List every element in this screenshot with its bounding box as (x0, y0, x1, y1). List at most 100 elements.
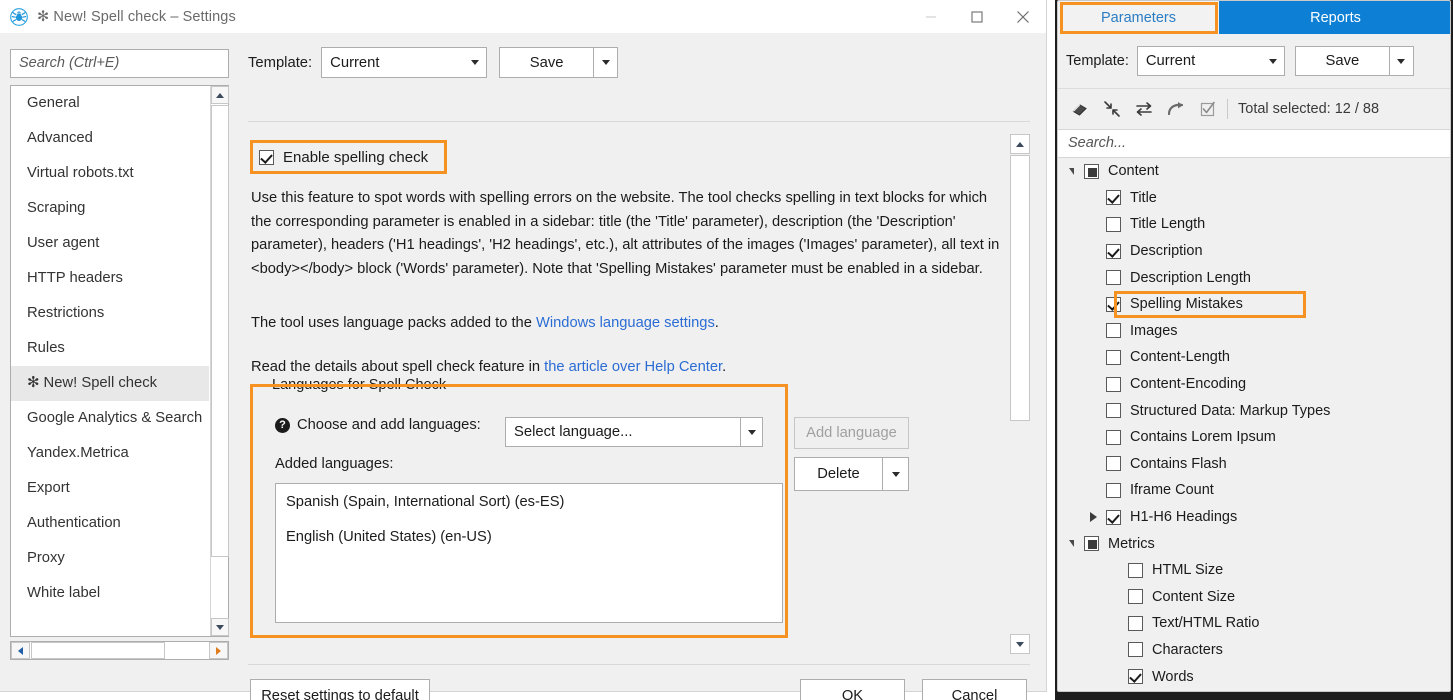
panel-save-button[interactable]: Save (1294, 46, 1390, 76)
content-scroll-up-button[interactable] (1010, 134, 1030, 154)
tree-row[interactable]: H1-H6 Headings (1058, 504, 1450, 531)
save-dropdown-button[interactable] (594, 47, 619, 78)
tree-row[interactable]: Content (1058, 158, 1450, 185)
tree-row[interactable]: Characters (1058, 637, 1450, 664)
tree-row[interactable]: Content Size (1058, 584, 1450, 611)
parameter-checkbox[interactable] (1106, 403, 1121, 419)
sidebar-item-restrictions[interactable]: Restrictions (11, 296, 209, 331)
chevron-down-icon[interactable] (1058, 167, 1084, 175)
close-icon[interactable] (1000, 0, 1046, 33)
tree-row[interactable]: Description (1058, 238, 1450, 265)
panel-save-dropdown-button[interactable] (1389, 46, 1414, 76)
content-scrollbar[interactable] (1010, 134, 1030, 654)
enable-spelling-check-row[interactable]: Enable spelling check (259, 149, 428, 166)
add-language-button[interactable]: Add language (794, 417, 909, 449)
ok-button[interactable]: OK (800, 679, 905, 700)
scroll-up-button[interactable] (211, 86, 229, 104)
parameter-checkbox[interactable] (1106, 429, 1121, 445)
question-mark-icon[interactable]: ? (275, 417, 290, 433)
tree-row[interactable]: Title (1058, 185, 1450, 212)
nav-scrollbar[interactable] (210, 86, 229, 636)
collapse-icon[interactable] (1099, 96, 1125, 122)
redo-arrow-icon[interactable] (1163, 96, 1189, 122)
sidebar-item-user-agent[interactable]: User agent (11, 226, 209, 261)
tree-row[interactable]: Iframe Count (1058, 477, 1450, 504)
sidebar-item-google-analytics-search[interactable]: Google Analytics & Search (11, 401, 209, 436)
parameter-checkbox[interactable] (1106, 349, 1121, 365)
content-scroll-thumb[interactable] (1010, 155, 1030, 421)
parameter-checkbox[interactable] (1106, 376, 1121, 392)
list-item[interactable]: English (United States) (en-US) (276, 519, 782, 554)
parameter-checkbox[interactable] (1106, 509, 1121, 525)
sidebar-item-authentication[interactable]: Authentication (11, 506, 209, 541)
sidebar-item-advanced[interactable]: Advanced (11, 121, 209, 156)
sidebar-item-white-label[interactable]: White label (11, 576, 209, 611)
parameter-checkbox[interactable] (1106, 456, 1121, 472)
sidebar-item-general[interactable]: General (11, 86, 209, 121)
tree-row[interactable]: Words (1058, 663, 1450, 687)
parameter-checkbox[interactable] (1106, 190, 1121, 206)
template-select[interactable]: Current (321, 47, 488, 78)
tree-row[interactable]: Title Length (1058, 211, 1450, 238)
sidebar-item-scraping[interactable]: Scraping (11, 191, 209, 226)
eraser-icon[interactable] (1067, 96, 1093, 122)
help-center-link[interactable]: the article over Help Center (544, 359, 722, 375)
sidebar-item-virtual-robots-txt[interactable]: Virtual robots.txt (11, 156, 209, 191)
cancel-button[interactable]: Cancel (922, 679, 1027, 700)
parameters-tree[interactable]: Content Title Title Length Description Descr… (1058, 158, 1450, 687)
parameter-checkbox[interactable] (1106, 323, 1121, 339)
tree-row[interactable]: HTML Size (1058, 557, 1450, 584)
tree-row[interactable]: Images (1058, 318, 1450, 345)
sidebar-item-export[interactable]: Export (11, 471, 209, 506)
parameters-search-input[interactable]: Search... (1058, 129, 1450, 158)
sidebar-item-yandex-metrica[interactable]: Yandex.Metrica (11, 436, 209, 471)
tree-row[interactable]: Structured Data: Markup Types (1058, 397, 1450, 424)
added-languages-list[interactable]: Spanish (Spain, International Sort) (es-… (275, 483, 783, 623)
scroll-right-button[interactable] (209, 642, 228, 659)
chevron-down-icon[interactable] (1058, 540, 1084, 548)
maximize-icon[interactable] (954, 0, 1000, 33)
reset-settings-button[interactable]: Reset settings to default (250, 679, 430, 700)
scroll-down-button[interactable] (211, 618, 229, 636)
delete-dropdown-button[interactable] (883, 457, 909, 491)
save-button[interactable]: Save (499, 47, 595, 78)
parameter-checkbox[interactable] (1084, 163, 1099, 179)
tree-row[interactable]: Content-Encoding (1058, 371, 1450, 398)
horizontal-scroll-thumb[interactable] (31, 642, 165, 659)
chevron-right-icon[interactable] (1080, 512, 1106, 523)
parameter-checkbox[interactable] (1128, 562, 1143, 578)
enable-spelling-checkbox[interactable] (259, 150, 274, 165)
parameter-checkbox[interactable] (1128, 642, 1143, 658)
parameter-checkbox[interactable] (1128, 589, 1143, 605)
sidebar-item-http-headers[interactable]: HTTP headers (11, 261, 209, 296)
parameter-checkbox[interactable] (1106, 216, 1121, 232)
windows-language-settings-link[interactable]: Windows language settings (536, 315, 715, 331)
nav-horizontal-scrollbar[interactable] (10, 641, 229, 660)
sidebar-item-new-spell-check[interactable]: ✻ New! Spell check (11, 366, 209, 401)
parameter-checkbox[interactable] (1128, 615, 1143, 631)
parameter-checkbox[interactable] (1106, 243, 1121, 259)
parameter-checkbox[interactable] (1128, 669, 1143, 685)
sidebar-item-proxy[interactable]: Proxy (11, 541, 209, 576)
tree-row[interactable]: Text/HTML Ratio (1058, 610, 1450, 637)
tree-row[interactable]: Metrics (1058, 530, 1450, 557)
tree-row[interactable]: Content-Length (1058, 344, 1450, 371)
scroll-thumb[interactable] (211, 105, 229, 557)
sidebar-item-rules[interactable]: Rules (11, 331, 209, 366)
check-all-icon[interactable] (1195, 96, 1221, 122)
settings-nav-list[interactable]: General Advanced Virtual robots.txt Scrapin… (11, 86, 209, 636)
swap-icon[interactable] (1131, 96, 1157, 122)
language-select[interactable]: Select language... (505, 417, 763, 447)
delete-button[interactable]: Delete (794, 457, 883, 491)
tree-row[interactable]: Contains Lorem Ipsum (1058, 424, 1450, 451)
scroll-left-button[interactable] (11, 642, 30, 659)
search-input[interactable]: Search (Ctrl+E) (10, 49, 229, 78)
tree-row[interactable]: Description Length (1058, 264, 1450, 291)
panel-template-select[interactable]: Current (1136, 46, 1285, 76)
content-scroll-down-button[interactable] (1010, 634, 1030, 654)
tab-reports[interactable]: Reports (1219, 1, 1450, 34)
list-item[interactable]: Spanish (Spain, International Sort) (es-… (276, 484, 782, 519)
minimize-icon[interactable] (908, 0, 954, 33)
parameter-checkbox[interactable] (1084, 536, 1099, 552)
parameter-checkbox[interactable] (1106, 482, 1121, 498)
